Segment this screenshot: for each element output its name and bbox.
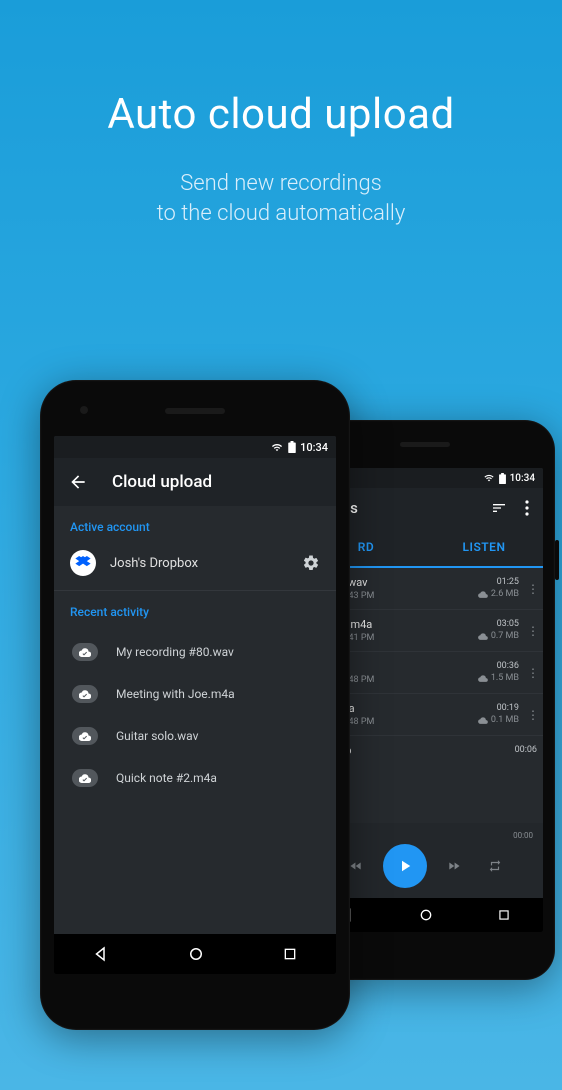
recording-size: 1.5 MB [491, 673, 519, 685]
recording-size: 2.6 MB [491, 589, 519, 601]
account-row[interactable]: Josh's Dropbox [54, 542, 336, 590]
play-icon [396, 857, 414, 875]
row-more-icon[interactable]: ⋮ [527, 708, 537, 722]
hero-subtitle-line2: to the cloud automatically [157, 201, 406, 226]
hero-subtitle-line1: Send new recordings [180, 171, 382, 196]
recent-filename: Guitar solo.wav [116, 729, 198, 743]
phone-side-button [555, 540, 559, 580]
phone-frame-front: 10:34 Cloud upload Active account Josh's… [40, 380, 350, 1030]
nav-recent-icon[interactable] [497, 908, 511, 922]
recording-size: 0.1 MB [491, 715, 519, 727]
app-title: Cloud upload [112, 472, 212, 492]
cloud-done-icon [72, 727, 98, 745]
phone-camera [80, 406, 88, 414]
cloud-done-icon [72, 685, 98, 703]
recording-duration: 00:06 [515, 745, 537, 757]
recent-filename: My recording #80.wav [116, 645, 234, 659]
cloud-done-icon [72, 769, 98, 787]
hero-title: Auto cloud upload [0, 90, 562, 139]
recent-item[interactable]: Meeting with Joe.m4a [54, 673, 336, 715]
android-nav-bar [54, 934, 336, 974]
settings-icon[interactable] [302, 554, 320, 572]
cloud-icon [478, 633, 488, 640]
recent-item[interactable]: Guitar solo.wav [54, 715, 336, 757]
row-more-icon[interactable]: ⋮ [527, 624, 537, 638]
recording-duration: 03:05 [478, 619, 519, 631]
more-icon[interactable] [525, 500, 529, 516]
recording-size: 0.7 MB [491, 631, 519, 643]
wifi-icon [483, 473, 495, 483]
cloud-icon [478, 591, 488, 598]
recording-duration: 00:19 [478, 703, 519, 715]
row-more-icon[interactable]: ⋮ [527, 666, 537, 680]
battery-icon [499, 473, 506, 484]
app-bar: Cloud upload [54, 458, 336, 506]
nav-home-icon[interactable] [187, 945, 205, 963]
recording-duration: 01:25 [478, 577, 519, 589]
play-button[interactable] [383, 844, 427, 888]
battery-icon [288, 441, 296, 453]
wifi-icon [270, 442, 284, 453]
recent-filename: Meeting with Joe.m4a [116, 687, 235, 701]
forward-icon[interactable] [445, 859, 463, 873]
dropbox-icon [70, 550, 96, 576]
phone-speaker [165, 408, 225, 414]
repeat-icon[interactable] [487, 859, 503, 873]
active-account-label: Active account [54, 506, 336, 542]
back-arrow-icon[interactable] [68, 472, 88, 492]
phone-speaker [400, 442, 450, 447]
screen-front: 10:34 Cloud upload Active account Josh's… [54, 436, 336, 974]
cloud-done-icon [72, 643, 98, 661]
player-time: 00:00 [513, 831, 533, 840]
nav-recent-icon[interactable] [282, 946, 298, 962]
row-more-icon[interactable]: ⋮ [527, 582, 537, 596]
cloud-icon [478, 717, 488, 724]
nav-home-icon[interactable] [418, 907, 434, 923]
recording-duration: 00:36 [478, 661, 519, 673]
recent-filename: Quick note #2.m4a [116, 771, 217, 785]
account-name: Josh's Dropbox [110, 556, 198, 571]
tab-listen[interactable]: LISTEN [425, 540, 543, 554]
status-time: 10:34 [300, 441, 328, 454]
recent-item[interactable]: My recording #80.wav [54, 631, 336, 673]
sort-icon[interactable] [491, 500, 507, 516]
nav-back-icon[interactable] [92, 945, 110, 963]
recent-item[interactable]: Quick note #2.m4a [54, 757, 336, 799]
status-bar: 10:34 [54, 436, 336, 458]
hero-subtitle: Send new recordings to the cloud automat… [0, 169, 562, 228]
recent-list: My recording #80.wav Meeting with Joe.m4… [54, 627, 336, 803]
recent-activity-label: Recent activity [54, 591, 336, 627]
status-time: 10:34 [510, 473, 535, 484]
cloud-icon [478, 675, 488, 682]
